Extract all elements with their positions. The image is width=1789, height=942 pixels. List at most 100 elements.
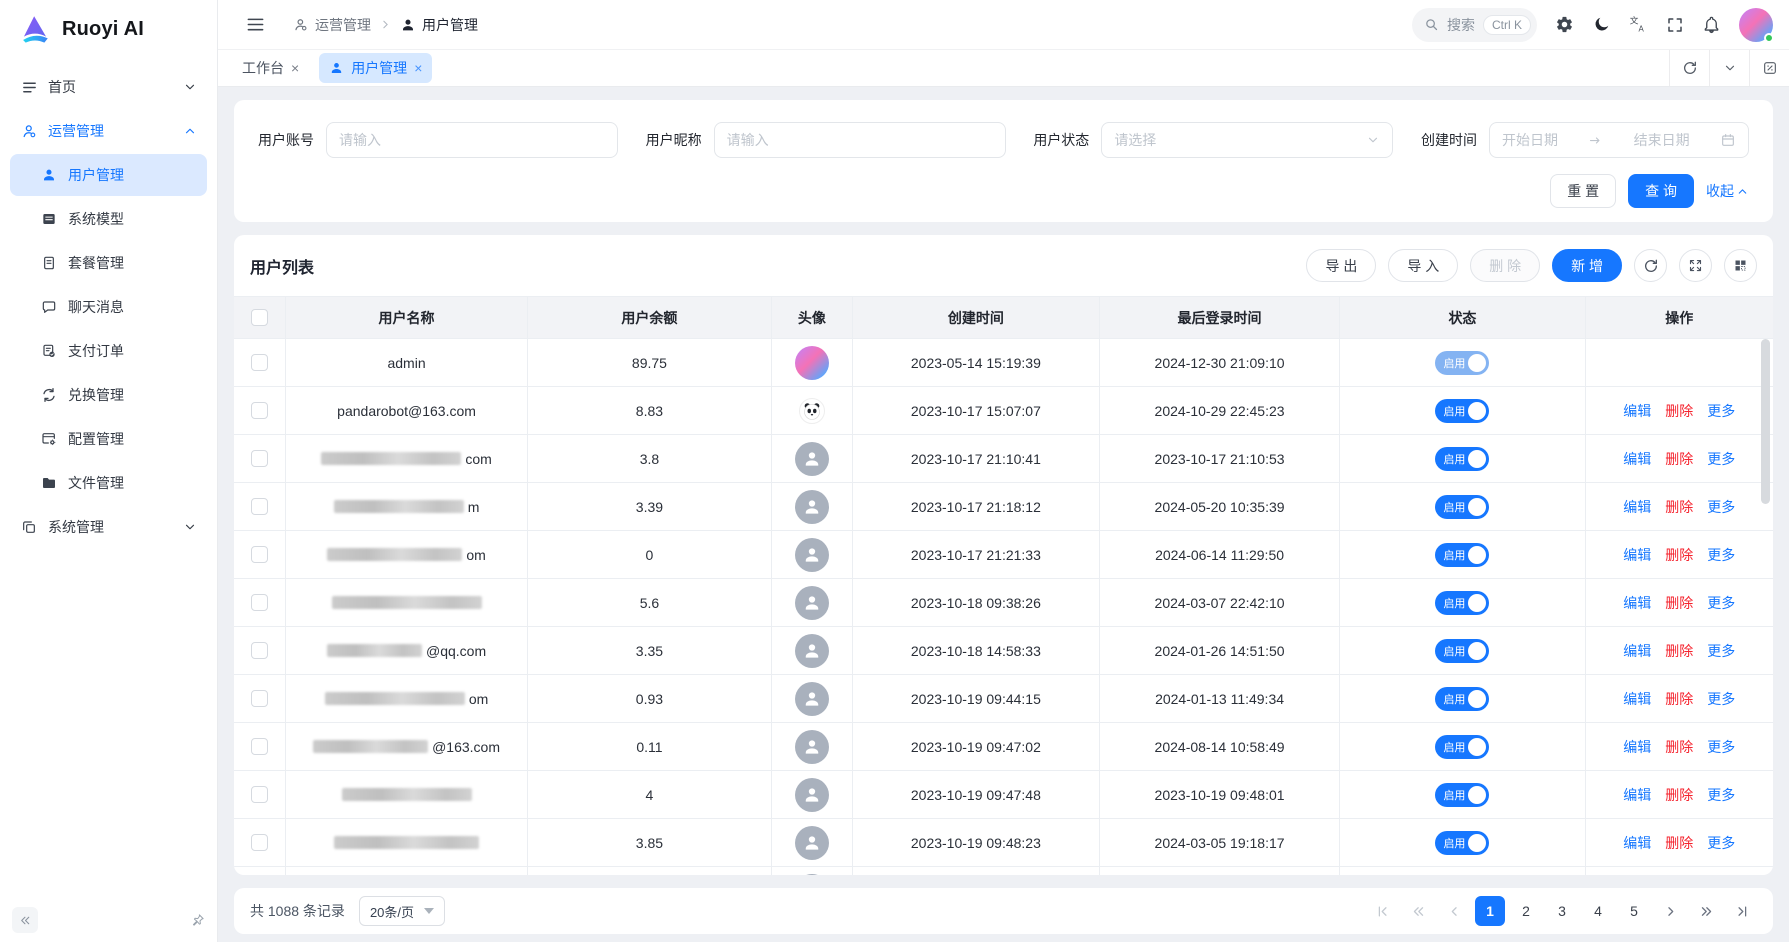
pagination-next-button[interactable] (1655, 896, 1685, 926)
collapse-filter-link[interactable]: 收起 (1706, 181, 1749, 201)
sidebar-item-chat-messages[interactable]: 聊天消息 (10, 286, 207, 328)
tab-close-icon[interactable]: × (414, 60, 422, 76)
status-toggle[interactable]: 启用 (1435, 735, 1489, 759)
edit-link[interactable]: 编辑 (1623, 689, 1651, 709)
edit-link[interactable]: 编辑 (1623, 593, 1651, 613)
row-checkbox[interactable] (251, 738, 268, 755)
language-button[interactable]: 文A (1629, 15, 1648, 34)
tab-user-management[interactable]: 用户管理× (319, 53, 432, 83)
settings-button[interactable] (1555, 15, 1574, 34)
pagination-page-1[interactable]: 1 (1475, 896, 1505, 926)
pagination-last-button[interactable] (1727, 896, 1757, 926)
nickname-input[interactable]: 请输入 (714, 122, 1006, 158)
row-checkbox[interactable] (251, 642, 268, 659)
edit-link[interactable]: 编辑 (1623, 497, 1651, 517)
pagination-page-3[interactable]: 3 (1547, 896, 1577, 926)
scrollbar-thumb[interactable] (1761, 339, 1770, 504)
refresh-table-button[interactable] (1634, 249, 1667, 282)
delete-link[interactable]: 删除 (1665, 401, 1693, 421)
more-link[interactable]: 更多 (1707, 593, 1735, 613)
more-link[interactable]: 更多 (1707, 497, 1735, 517)
fullscreen-button[interactable] (1666, 16, 1684, 34)
page-size-select[interactable]: 20条/页 (359, 896, 445, 926)
status-toggle[interactable]: 启用 (1435, 687, 1489, 711)
more-link[interactable]: 更多 (1707, 401, 1735, 421)
tab-close-icon[interactable]: × (291, 60, 299, 76)
delete-link[interactable]: 删除 (1665, 641, 1693, 661)
row-checkbox[interactable] (251, 690, 268, 707)
user-avatar[interactable] (1739, 8, 1773, 42)
delete-link[interactable]: 删除 (1665, 689, 1693, 709)
status-toggle[interactable]: 启用 (1435, 591, 1489, 615)
row-checkbox[interactable] (251, 786, 268, 803)
reset-button[interactable]: 重 置 (1550, 174, 1616, 208)
more-link[interactable]: 更多 (1707, 641, 1735, 661)
more-link[interactable]: 更多 (1707, 689, 1735, 709)
status-toggle[interactable]: 启用 (1435, 831, 1489, 855)
account-input[interactable]: 请输入 (326, 122, 618, 158)
delete-link[interactable]: 删除 (1665, 833, 1693, 853)
sidebar-item-home[interactable]: 首页 (10, 66, 207, 108)
dark-mode-button[interactable] (1592, 15, 1611, 34)
delete-link[interactable]: 删除 (1665, 545, 1693, 565)
select-all-checkbox[interactable] (251, 309, 268, 326)
delete-link[interactable]: 删除 (1665, 497, 1693, 517)
more-link[interactable]: 更多 (1707, 449, 1735, 469)
row-checkbox[interactable] (251, 594, 268, 611)
column-settings-button[interactable] (1724, 249, 1757, 282)
row-checkbox[interactable] (251, 402, 268, 419)
edit-link[interactable]: 编辑 (1623, 401, 1651, 421)
row-checkbox[interactable] (251, 498, 268, 515)
sidebar-item-payment-orders[interactable]: 支付订单 (10, 330, 207, 372)
edit-link[interactable]: 编辑 (1623, 833, 1651, 853)
status-toggle[interactable]: 启用 (1435, 399, 1489, 423)
status-toggle[interactable]: 启用 (1435, 351, 1489, 375)
pagination-page-2[interactable]: 2 (1511, 896, 1541, 926)
table-fullscreen-button[interactable] (1679, 249, 1712, 282)
breadcrumb-item-user-management[interactable]: 用户管理 (400, 15, 478, 35)
more-link[interactable]: 更多 (1707, 545, 1735, 565)
sidebar-item-file-management[interactable]: 文件管理 (10, 462, 207, 504)
hamburger-menu-button[interactable] (246, 15, 265, 34)
row-checkbox[interactable] (251, 546, 268, 563)
edit-link[interactable]: 编辑 (1623, 545, 1651, 565)
content-fullscreen-button[interactable] (1749, 50, 1789, 86)
global-search[interactable]: 搜索 Ctrl K (1412, 8, 1537, 42)
refresh-page-button[interactable] (1669, 50, 1709, 86)
pagination-prev-button[interactable] (1439, 896, 1469, 926)
sidebar-item-system-model[interactable]: 系统模型 (10, 198, 207, 240)
tab-options-button[interactable] (1709, 50, 1749, 86)
status-toggle[interactable]: 启用 (1435, 639, 1489, 663)
edit-link[interactable]: 编辑 (1623, 449, 1651, 469)
sidebar-item-system-management[interactable]: 系统管理 (10, 506, 207, 548)
edit-link[interactable]: 编辑 (1623, 737, 1651, 757)
status-select[interactable]: 请选择 (1101, 122, 1393, 158)
pagination-page-4[interactable]: 4 (1583, 896, 1613, 926)
sidebar-pin-button[interactable] (190, 913, 205, 928)
created-date-range[interactable]: 开始日期结束日期 (1489, 122, 1749, 158)
row-checkbox[interactable] (251, 354, 268, 371)
pagination-first-button[interactable] (1367, 896, 1397, 926)
import-button[interactable]: 导 入 (1388, 249, 1458, 282)
sidebar-item-user-management[interactable]: 用户管理 (10, 154, 207, 196)
delete-link[interactable]: 删除 (1665, 737, 1693, 757)
delete-link[interactable]: 删除 (1665, 449, 1693, 469)
breadcrumb-item-operations[interactable]: 运营管理 (293, 15, 371, 35)
notifications-button[interactable] (1702, 15, 1721, 34)
sidebar-item-operations[interactable]: 运营管理 (10, 110, 207, 152)
export-button[interactable]: 导 出 (1306, 249, 1376, 282)
sidebar-item-config-management[interactable]: 配置管理 (10, 418, 207, 460)
edit-link[interactable]: 编辑 (1623, 785, 1651, 805)
status-toggle[interactable]: 启用 (1435, 447, 1489, 471)
status-toggle[interactable]: 启用 (1435, 783, 1489, 807)
delete-button[interactable]: 删 除 (1470, 249, 1540, 282)
more-link[interactable]: 更多 (1707, 785, 1735, 805)
table-scrollbar[interactable] (1761, 339, 1770, 869)
row-checkbox[interactable] (251, 450, 268, 467)
pagination-page-5[interactable]: 5 (1619, 896, 1649, 926)
delete-link[interactable]: 删除 (1665, 785, 1693, 805)
more-link[interactable]: 更多 (1707, 833, 1735, 853)
pagination-next10-button[interactable] (1691, 896, 1721, 926)
status-toggle[interactable]: 启用 (1435, 495, 1489, 519)
row-checkbox[interactable] (251, 834, 268, 851)
